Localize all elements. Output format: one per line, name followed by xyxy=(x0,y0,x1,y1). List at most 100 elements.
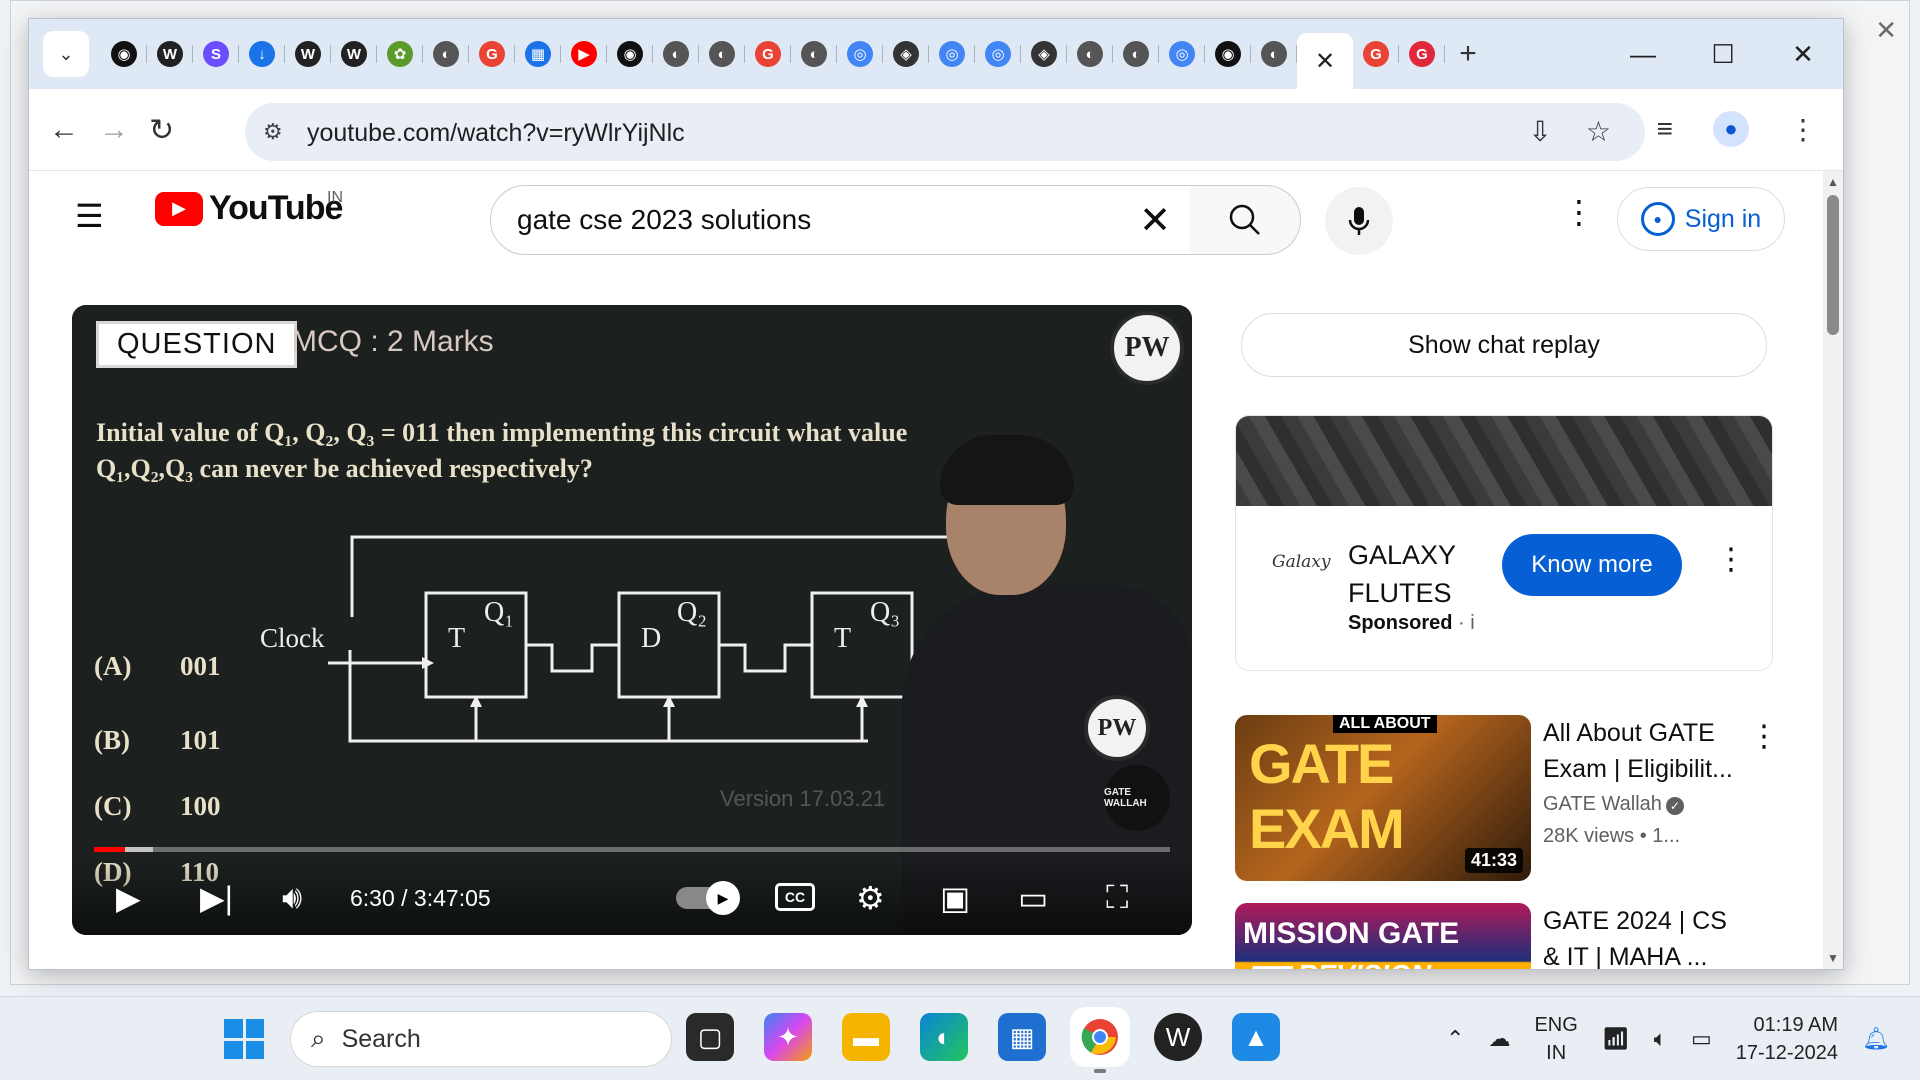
browser-tab[interactable]: ◐ xyxy=(653,33,699,75)
youtube-logo[interactable]: ▶ YouTube xyxy=(155,189,343,228)
search-button[interactable] xyxy=(1189,185,1301,255)
ad-more-icon[interactable]: ⋮ xyxy=(1716,542,1746,577)
video-more-icon[interactable]: ⋮ xyxy=(1749,719,1779,754)
taskbar-clock[interactable]: 01:19 AM 17-12-2024 xyxy=(1736,1011,1838,1067)
file-explorer-icon[interactable]: ▬ xyxy=(842,1013,890,1061)
browser-tab[interactable]: G xyxy=(745,33,791,75)
tab-search-button[interactable]: ⌄ xyxy=(43,31,89,77)
sponsored-ad[interactable]: Galaxy GALAXY FLUTES Sponsored · i Know … xyxy=(1235,415,1773,671)
browser-tab[interactable]: ◐ xyxy=(1113,33,1159,75)
miniplayer-icon[interactable]: ▣ xyxy=(940,879,970,917)
battery-icon[interactable]: ▭ xyxy=(1691,1026,1712,1052)
notification-bell-icon[interactable]: 🔔︎ xyxy=(1862,1026,1890,1052)
input-language[interactable]: ENG IN xyxy=(1534,1011,1577,1067)
chrome-menu-icon[interactable]: ⋮ xyxy=(1789,113,1817,146)
browser-tab[interactable]: ◉ xyxy=(1205,33,1251,75)
captions-button[interactable]: CC xyxy=(775,883,815,911)
browser-tab[interactable]: S xyxy=(193,33,239,75)
progress-bar[interactable] xyxy=(94,847,1170,852)
minimize-icon[interactable]: — xyxy=(1603,31,1683,77)
windows-start-icon[interactable] xyxy=(224,1019,264,1059)
wordpress-app-icon[interactable]: W xyxy=(1154,1013,1202,1061)
recommendation-item[interactable]: ALL ABOUT GATE EXAM 41:33 All About GATE… xyxy=(1235,715,1779,881)
browser-tab[interactable]: ◐ xyxy=(1251,33,1297,75)
browser-tab[interactable]: W xyxy=(285,33,331,75)
background-close-icon[interactable]: ✕ xyxy=(1875,15,1897,46)
chrome-taskbar-icon[interactable] xyxy=(1076,1013,1124,1073)
maximize-icon[interactable]: ☐ xyxy=(1683,31,1763,77)
install-app-icon[interactable]: ⇩ xyxy=(1528,115,1551,148)
taskbar-search[interactable]: ⌕ Search xyxy=(290,1011,672,1067)
volume-icon[interactable]: 🔊︎ xyxy=(282,879,302,917)
browser-tab[interactable]: ◐ xyxy=(1067,33,1113,75)
wifi-icon[interactable]: 📶︎ xyxy=(1602,1026,1630,1052)
forward-icon[interactable]: → xyxy=(99,113,129,147)
edge-icon[interactable]: ◐ xyxy=(920,1013,968,1061)
autoplay-toggle[interactable]: ▶ xyxy=(676,881,740,915)
browser-tab[interactable]: ◎ xyxy=(975,33,1021,75)
hamburger-menu-icon[interactable]: ☰ xyxy=(75,197,104,235)
browser-tab[interactable]: W xyxy=(331,33,377,75)
browser-tab[interactable]: G xyxy=(1399,33,1445,75)
scroll-thumb[interactable] xyxy=(1827,195,1839,335)
search-query[interactable]: gate cse 2023 solutions xyxy=(517,204,1139,236)
profile-avatar-icon[interactable]: ● xyxy=(1713,111,1749,147)
browser-tab[interactable]: ◈ xyxy=(1021,33,1067,75)
show-hidden-icons-icon[interactable]: ⌃ xyxy=(1446,1026,1464,1052)
browser-tab[interactable]: ◉ xyxy=(607,33,653,75)
search-input[interactable]: gate cse 2023 solutions ✕ xyxy=(490,185,1190,255)
ad-title[interactable]: GALAXY FLUTES xyxy=(1348,536,1478,612)
browser-tab[interactable]: W xyxy=(147,33,193,75)
show-chat-replay-button[interactable]: Show chat replay xyxy=(1241,313,1767,377)
browser-tab[interactable]: G xyxy=(1353,33,1399,75)
page-scrollbar[interactable]: ▲ ▼ xyxy=(1823,171,1843,969)
clear-search-icon[interactable]: ✕ xyxy=(1139,198,1171,243)
scroll-up-icon[interactable]: ▲ xyxy=(1827,175,1839,189)
browser-tab[interactable]: ◐ xyxy=(423,33,469,75)
know-more-button[interactable]: Know more xyxy=(1502,534,1682,596)
back-icon[interactable]: ← xyxy=(49,113,79,147)
sign-in-button[interactable]: ● Sign in xyxy=(1617,187,1785,251)
close-window-icon[interactable]: ✕ xyxy=(1763,31,1843,77)
browser-tab[interactable]: ◎ xyxy=(1159,33,1205,75)
video-thumbnail[interactable]: MISSION GATE महा-REVISION xyxy=(1235,903,1531,969)
address-bar[interactable]: ⚙ youtube.com/watch?v=ryWlrYijNlc ⇩ ☆ xyxy=(245,103,1645,161)
onedrive-cloud-icon[interactable]: ☁ xyxy=(1488,1026,1510,1052)
play-icon[interactable]: ▶ xyxy=(116,879,141,917)
copilot-icon[interactable]: ✦ xyxy=(764,1013,812,1061)
ad-info-icon[interactable]: · i xyxy=(1458,612,1475,634)
theater-mode-icon[interactable]: ▭ xyxy=(1018,879,1048,917)
browser-tab[interactable]: G xyxy=(469,33,515,75)
reload-icon[interactable]: ↻ xyxy=(149,113,174,148)
browser-tab[interactable]: ◉ xyxy=(101,33,147,75)
settings-more-icon[interactable]: ⋮ xyxy=(1563,193,1595,231)
bookmark-star-icon[interactable]: ☆ xyxy=(1586,115,1611,148)
browser-tab[interactable]: ◈ xyxy=(883,33,929,75)
browser-tab[interactable]: ◎ xyxy=(929,33,975,75)
recommendation-item[interactable]: MISSION GATE महा-REVISION GATE 2024 | CS… xyxy=(1235,903,1773,969)
fullscreen-icon[interactable]: ⛶ xyxy=(1106,879,1128,917)
site-settings-icon[interactable]: ⚙ xyxy=(263,119,283,145)
url-text[interactable]: youtube.com/watch?v=ryWlrYijNlc xyxy=(307,119,685,148)
task-view-icon[interactable]: ▢ xyxy=(686,1013,734,1061)
video-player[interactable]: QUESTION MCQ : 2 Marks PW Initial value … xyxy=(72,305,1192,935)
store-icon[interactable]: ▦ xyxy=(998,1013,1046,1061)
video-title[interactable]: All About GATE Exam | Eligibilit... xyxy=(1543,715,1739,787)
browser-tab[interactable]: ◐ xyxy=(791,33,837,75)
channel-name[interactable]: GATE Wallah ✓ xyxy=(1543,793,1684,816)
settings-gear-icon[interactable]: ⚙ xyxy=(856,879,885,917)
browser-tab[interactable]: ▶ xyxy=(561,33,607,75)
media-controls-icon[interactable]: ≡ xyxy=(1657,113,1673,145)
browser-tab[interactable]: ◐ xyxy=(699,33,745,75)
browser-tab[interactable]: ↓ xyxy=(239,33,285,75)
active-tab[interactable]: ✕ xyxy=(1297,33,1353,89)
voice-search-button[interactable] xyxy=(1325,187,1393,255)
new-tab-button[interactable]: + xyxy=(1445,33,1491,75)
video-thumbnail[interactable]: ALL ABOUT GATE EXAM 41:33 xyxy=(1235,715,1531,881)
scroll-down-icon[interactable]: ▼ xyxy=(1827,951,1839,965)
close-tab-icon[interactable]: ✕ xyxy=(1315,47,1335,76)
speaker-icon[interactable]: 🔈︎ xyxy=(1654,1026,1667,1052)
browser-tab[interactable]: ◎ xyxy=(837,33,883,75)
video-title[interactable]: GATE 2024 | CS & IT | MAHA ... xyxy=(1543,903,1739,969)
browser-tab[interactable]: ▦ xyxy=(515,33,561,75)
